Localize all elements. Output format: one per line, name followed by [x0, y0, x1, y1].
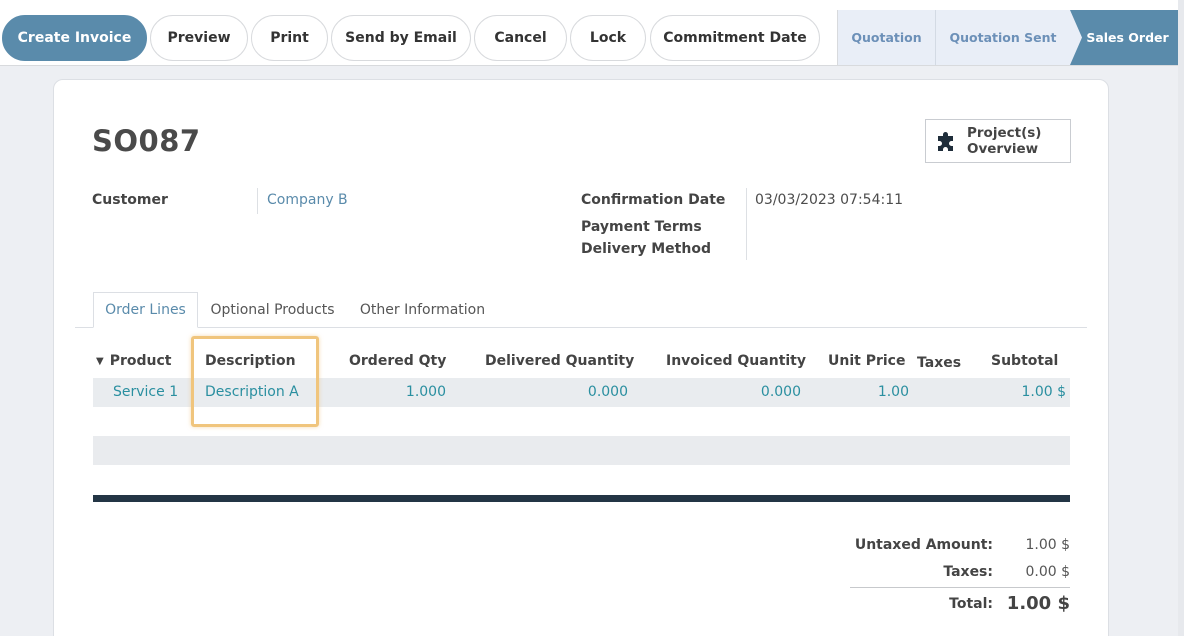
untaxed-amount-label: Untaxed Amount:	[854, 537, 993, 553]
sort-caret-icon: ▼	[96, 356, 104, 367]
projects-overview-button[interactable]: Project(s) Overview	[925, 119, 1071, 163]
column-header-product[interactable]: ▼ Product	[96, 353, 171, 369]
taxes-label: Taxes:	[943, 564, 993, 580]
confirmation-date-field[interactable]: 03/03/2023 07:54:11	[755, 192, 903, 208]
create-invoice-button[interactable]: Create Invoice	[2, 15, 147, 61]
cell-product[interactable]: Service 1	[113, 384, 178, 400]
tab-order-lines[interactable]: Order Lines	[93, 292, 198, 328]
record-title: SO087	[92, 124, 201, 158]
status-bar: Quotation Quotation Sent Sales Order	[837, 10, 1179, 65]
send-by-email-button[interactable]: Send by Email	[331, 15, 471, 61]
taxes-value: 0.00 $	[1025, 564, 1070, 580]
scrollbar[interactable]	[1178, 0, 1184, 636]
totals-divider	[850, 587, 1070, 588]
column-header-unit-price[interactable]: Unit Price	[828, 353, 905, 369]
section-divider	[93, 495, 1070, 502]
cell-unit-price[interactable]: 1.00	[829, 384, 909, 400]
cancel-button[interactable]: Cancel	[474, 15, 567, 61]
delivery-method-label: Delivery Method	[581, 241, 711, 257]
table-row-empty	[93, 436, 1070, 465]
control-panel: Create Invoice Preview Print Send by Ema…	[0, 0, 1184, 66]
projects-overview-label: Project(s) Overview	[967, 125, 1042, 157]
column-header-product-label: Product	[109, 353, 172, 369]
lock-button[interactable]: Lock	[570, 15, 646, 61]
field-separator	[746, 188, 747, 260]
tab-optional-products[interactable]: Optional Products	[200, 292, 345, 328]
cell-delivered-qty[interactable]: 0.000	[528, 384, 628, 400]
stage-sales-order[interactable]: Sales Order	[1070, 10, 1179, 65]
puzzle-icon	[938, 132, 953, 151]
stage-quotation[interactable]: Quotation	[838, 10, 935, 65]
total-label: Total:	[949, 596, 993, 612]
untaxed-amount-value: 1.00 $	[1025, 537, 1070, 553]
column-header-invoiced-qty[interactable]: Invoiced Quantity	[666, 353, 806, 369]
column-header-delivered-qty[interactable]: Delivered Quantity	[485, 353, 634, 369]
confirmation-date-label: Confirmation Date	[581, 192, 726, 208]
cell-invoiced-qty[interactable]: 0.000	[701, 384, 801, 400]
column-header-taxes[interactable]: Taxes	[917, 355, 961, 371]
total-value: 1.00 $	[1006, 593, 1070, 614]
payment-terms-label: Payment Terms	[581, 219, 702, 235]
column-header-ordered-qty[interactable]: Ordered Qty	[349, 353, 446, 369]
column-header-subtotal[interactable]: Subtotal	[991, 353, 1058, 369]
cell-subtotal[interactable]: 1.00 $	[966, 384, 1066, 400]
customer-field[interactable]: Company B	[267, 192, 348, 208]
customer-label: Customer	[92, 192, 168, 208]
stage-quotation-sent[interactable]: Quotation Sent	[935, 10, 1070, 65]
cell-ordered-qty[interactable]: 1.000	[346, 384, 446, 400]
field-separator	[257, 188, 258, 214]
description-column-highlight	[191, 336, 319, 427]
tab-other-information[interactable]: Other Information	[349, 292, 496, 328]
preview-button[interactable]: Preview	[150, 15, 248, 61]
commitment-date-button[interactable]: Commitment Date	[650, 15, 820, 61]
print-button[interactable]: Print	[251, 15, 328, 61]
